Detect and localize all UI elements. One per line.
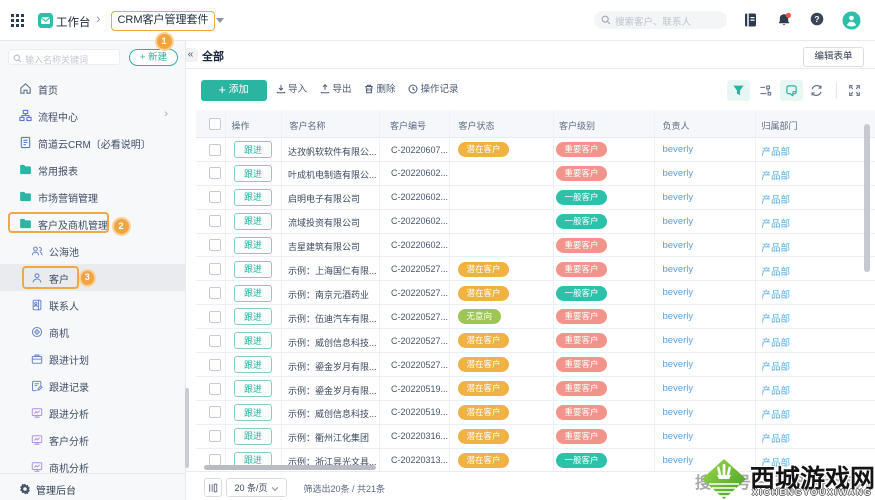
svg-text:?: ? bbox=[814, 14, 819, 24]
